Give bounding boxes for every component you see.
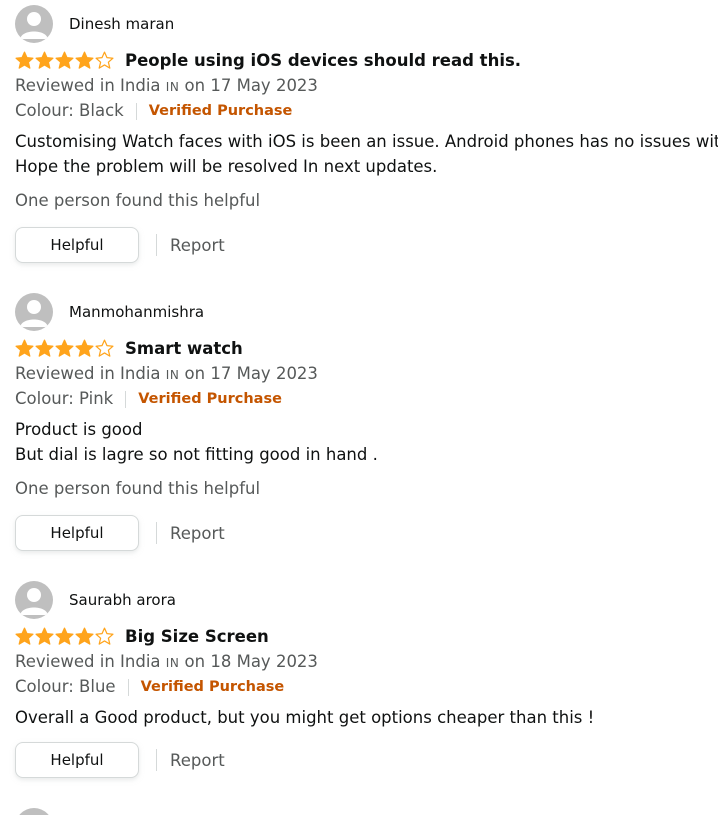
helpful-button[interactable]: Helpful bbox=[15, 227, 139, 263]
review-body-line: But dial is lagre so not fitting good in… bbox=[15, 445, 378, 464]
review-title[interactable]: Big Size Screen bbox=[125, 627, 269, 646]
divider bbox=[125, 390, 127, 408]
avatar bbox=[15, 293, 53, 331]
helpful-button[interactable]: Helpful bbox=[15, 515, 139, 551]
star-rating[interactable] bbox=[15, 338, 115, 358]
colour-variant[interactable]: Colour: Pink bbox=[15, 387, 113, 411]
reviews-page: Dinesh maran People using iOS devices sh… bbox=[0, 0, 718, 815]
avatar bbox=[15, 808, 53, 815]
reviewed-date: on 17 May 2023 bbox=[184, 364, 318, 383]
review-body-line: Hope the problem will be resolved In nex… bbox=[15, 157, 438, 176]
country-code: IN bbox=[165, 368, 180, 382]
report-link[interactable]: Report bbox=[170, 236, 225, 255]
report-link[interactable]: Report bbox=[170, 524, 225, 543]
verified-purchase-badge[interactable]: Verified Purchase bbox=[138, 387, 282, 411]
review-profile[interactable]: Saurabh arora bbox=[15, 581, 715, 619]
profile-name: Manmohanmishra bbox=[69, 303, 205, 321]
star-filled-icon bbox=[75, 627, 94, 645]
report-link[interactable]: Report bbox=[170, 751, 225, 770]
star-filled-icon bbox=[55, 339, 74, 357]
country-code: IN bbox=[165, 80, 180, 94]
helpful-count: One person found this helpful bbox=[15, 479, 261, 498]
review-body: Product is good But dial is lagre so not… bbox=[15, 417, 715, 467]
divider bbox=[156, 522, 157, 544]
helpful-count: One person found this helpful bbox=[15, 191, 261, 210]
review-title[interactable]: People using iOS devices should read thi… bbox=[125, 51, 521, 70]
profile-name: Dinesh maran bbox=[69, 15, 175, 33]
star-filled-icon bbox=[55, 51, 74, 69]
review-profile[interactable]: Manmohanmishra bbox=[15, 293, 715, 331]
review-card: Dinesh maran People using iOS devices sh… bbox=[15, 5, 718, 264]
helpful-button[interactable]: Helpful bbox=[15, 742, 139, 778]
review-date: Reviewed in India IN on 17 May 2023 bbox=[15, 362, 715, 387]
star-filled-icon bbox=[15, 339, 34, 357]
review-body: Overall a Good product, but you might ge… bbox=[15, 705, 715, 730]
star-filled-icon bbox=[35, 51, 54, 69]
avatar bbox=[15, 5, 53, 43]
review-body-line: Product is good bbox=[15, 420, 143, 439]
star-empty-icon bbox=[95, 627, 114, 645]
divider bbox=[156, 234, 157, 256]
star-filled-icon bbox=[35, 627, 54, 645]
verified-purchase-badge[interactable]: Verified Purchase bbox=[149, 99, 293, 123]
star-rating[interactable] bbox=[15, 626, 115, 646]
colour-variant[interactable]: Colour: Black bbox=[15, 99, 124, 123]
user-icon bbox=[20, 12, 48, 39]
star-filled-icon bbox=[15, 51, 34, 69]
star-filled-icon bbox=[15, 627, 34, 645]
star-empty-icon bbox=[95, 51, 114, 69]
avatar bbox=[15, 581, 53, 619]
verified-purchase-badge[interactable]: Verified Purchase bbox=[141, 675, 285, 699]
reviewed-date: on 18 May 2023 bbox=[184, 652, 318, 671]
star-filled-icon bbox=[55, 627, 74, 645]
reviewed-location: Reviewed in India bbox=[15, 364, 161, 383]
review-date: Reviewed in India IN on 18 May 2023 bbox=[15, 650, 715, 675]
divider bbox=[127, 678, 129, 696]
review-body: Customising Watch faces with iOS is been… bbox=[15, 129, 718, 179]
star-rating[interactable] bbox=[15, 50, 115, 70]
review-card: Saurabh arora Big Size Screen Reviewed i… bbox=[15, 581, 715, 779]
user-icon bbox=[20, 300, 48, 327]
review-date: Reviewed in India IN on 17 May 2023 bbox=[15, 74, 715, 99]
country-code: IN bbox=[165, 656, 180, 670]
star-filled-icon bbox=[35, 339, 54, 357]
reviewed-date: on 17 May 2023 bbox=[184, 76, 318, 95]
star-empty-icon bbox=[95, 339, 114, 357]
star-filled-icon bbox=[75, 51, 94, 69]
review-body-line: Overall a Good product, but you might ge… bbox=[15, 708, 595, 727]
divider bbox=[156, 749, 157, 771]
divider bbox=[135, 102, 137, 120]
profile-name: Saurabh arora bbox=[69, 591, 176, 609]
colour-variant[interactable]: Colour: Blue bbox=[15, 675, 116, 699]
reviewed-location: Reviewed in India bbox=[15, 652, 161, 671]
review-title[interactable]: Smart watch bbox=[125, 339, 243, 358]
review-card: Manmohanmishra Smart watch Reviewed in I… bbox=[15, 293, 715, 552]
user-icon bbox=[20, 588, 48, 615]
star-filled-icon bbox=[75, 339, 94, 357]
reviewed-location: Reviewed in India bbox=[15, 76, 161, 95]
review-profile[interactable]: Dinesh maran bbox=[15, 5, 715, 43]
review-body-line: Customising Watch faces with iOS is been… bbox=[15, 132, 718, 151]
